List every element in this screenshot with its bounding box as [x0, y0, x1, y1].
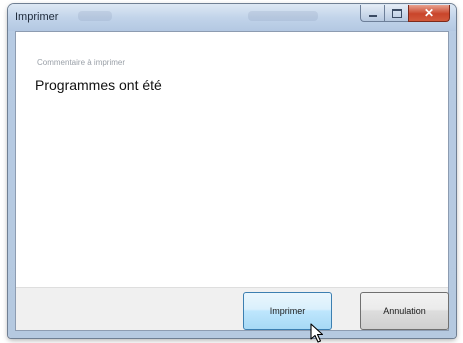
- comment-text[interactable]: Programmes ont été: [35, 77, 162, 93]
- title-bar[interactable]: Imprimer ✕: [8, 4, 456, 31]
- minimize-icon: [368, 15, 377, 17]
- cancel-button[interactable]: Annulation: [360, 292, 449, 330]
- maximize-icon: [391, 8, 402, 18]
- window-title: Imprimer: [15, 11, 59, 23]
- comment-area[interactable]: Commentaire à imprimer Programmes ont ét…: [16, 32, 448, 288]
- window-controls: ✕: [360, 5, 450, 22]
- background-window-ghost: [78, 11, 112, 21]
- print-dialog: Imprimer ✕ Commentaire à imprimer Progra…: [8, 4, 456, 338]
- close-button[interactable]: ✕: [408, 5, 450, 22]
- comment-caption: Commentaire à imprimer: [37, 58, 126, 67]
- minimize-button[interactable]: [360, 5, 384, 22]
- dialog-client-area: Commentaire à imprimer Programmes ont ét…: [15, 31, 449, 331]
- mouse-pointer-icon: [310, 323, 324, 343]
- close-icon: ✕: [423, 6, 435, 20]
- maximize-button[interactable]: [384, 5, 408, 22]
- background-window-ghost: [248, 11, 318, 21]
